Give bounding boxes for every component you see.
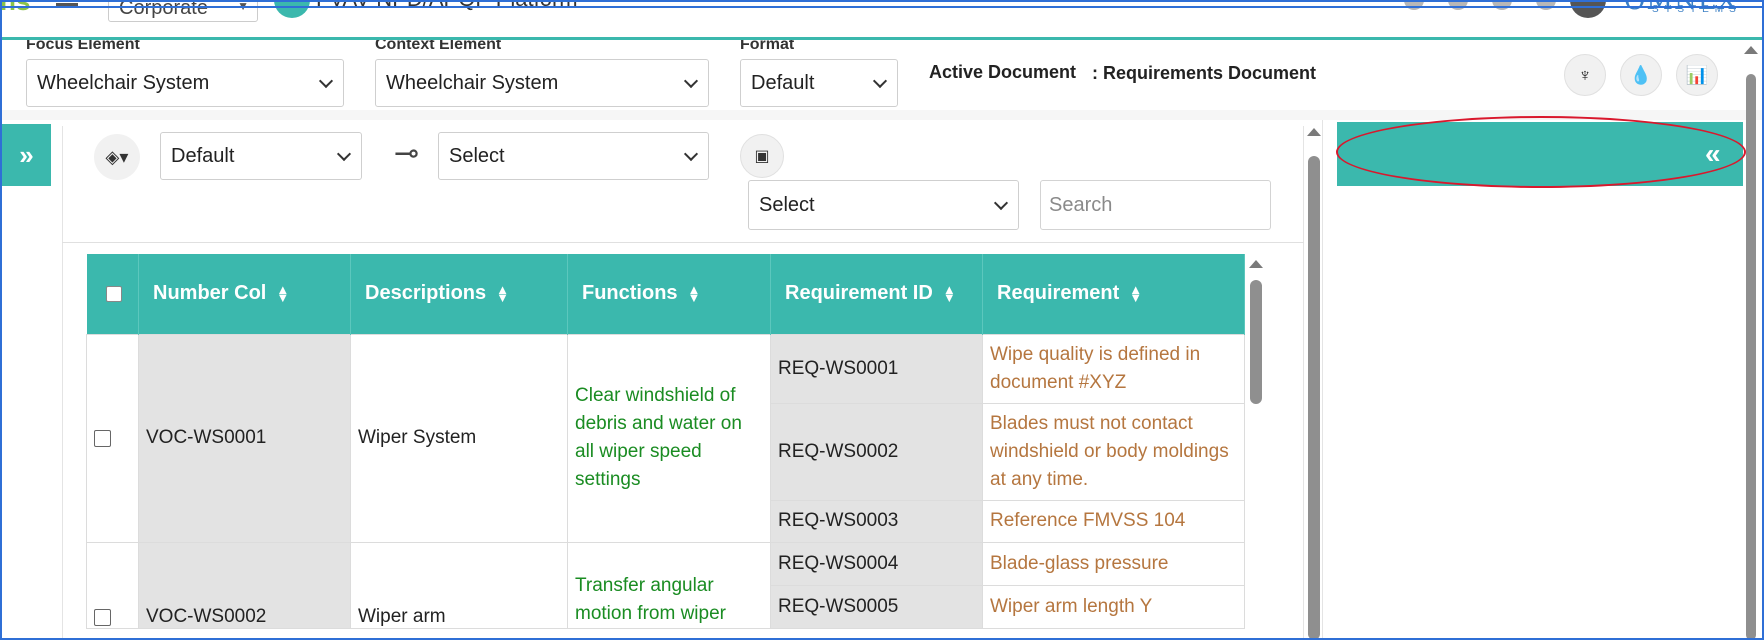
hierarchy-select[interactable]: Select xyxy=(438,132,709,180)
requirement-cell: Blade-glass pressure xyxy=(982,541,1245,586)
color-drop-button[interactable]: 💧 xyxy=(1620,54,1662,96)
column-header-label: Descriptions xyxy=(365,282,487,305)
requirement-cell: Blades must not contact windshield or bo… xyxy=(982,402,1245,501)
layer-select-value: Default xyxy=(171,144,235,167)
context-element-value: Wheelchair System xyxy=(386,71,559,94)
focus-element-select[interactable]: Wheelchair System xyxy=(26,59,344,107)
image-gallery-button[interactable]: ▣ xyxy=(740,134,784,178)
layer-select[interactable]: Default xyxy=(160,132,362,180)
app-icon xyxy=(274,0,310,18)
chevron-down-icon xyxy=(683,73,699,89)
requirements-table: Number Col ▲ ▼ Descriptions ▲ ▼ Functions ▲ ▼ … xyxy=(86,254,1245,629)
organization-select[interactable]: Corporate ▼ xyxy=(108,0,258,22)
water-drop-icon: 💧 xyxy=(1629,64,1653,85)
layers-menu-button[interactable]: ◈▾ xyxy=(94,134,140,180)
search-input[interactable] xyxy=(1040,180,1271,230)
context-element-select[interactable]: Wheelchair System xyxy=(375,59,709,107)
content-scrollbar[interactable] xyxy=(1308,156,1320,640)
active-document-value: : Requirements Document xyxy=(1092,63,1317,83)
image-select-value: Select xyxy=(759,193,815,216)
column-header-label: Functions xyxy=(582,282,678,305)
column-header-functions[interactable]: Functions ▲ ▼ xyxy=(567,254,771,334)
column-header-descriptions[interactable]: Descriptions ▲ ▼ xyxy=(350,254,568,334)
requirement-id-cell: REQ-WS0004 xyxy=(770,541,983,586)
chevron-down-icon xyxy=(318,73,334,89)
function-cell: Transfer angular motion from wiper xyxy=(567,541,771,629)
table-scroll-up-button[interactable] xyxy=(1249,260,1263,268)
layers-icon: ◈▾ xyxy=(105,146,129,167)
select-all-cell xyxy=(86,254,139,334)
bar-chart-icon: 📊 xyxy=(1685,64,1709,85)
add-icon[interactable] xyxy=(1492,0,1512,10)
requirement-cell: Wiper arm length Y xyxy=(982,584,1245,629)
function-cell: Clear windshield of debris and water on … xyxy=(567,333,771,543)
info-icon[interactable] xyxy=(1448,0,1468,10)
table-header-row: Number Col ▲ ▼ Descriptions ▲ ▼ Functions ▲ ▼ … xyxy=(86,254,1245,334)
image-select[interactable]: Select xyxy=(748,180,1019,230)
chevron-down-icon xyxy=(993,195,1009,211)
table-row[interactable]: VOC-WS0002 Wiper arm Transfer angular mo… xyxy=(86,541,1245,629)
focus-element-value: Wheelchair System xyxy=(37,71,210,94)
requirement-id-cell: REQ-WS0003 xyxy=(770,499,983,543)
page-scroll-up-button[interactable] xyxy=(1744,46,1758,54)
number-cell: VOC-WS0001 xyxy=(138,333,351,543)
image-gallery-icon: ▣ xyxy=(754,148,770,165)
right-panel xyxy=(1322,120,1764,640)
format-select[interactable]: Default xyxy=(740,59,898,107)
row-select-cell xyxy=(86,541,139,629)
sort-icon[interactable]: ▲ ▼ xyxy=(1129,283,1142,304)
requirement-id-cell: REQ-WS0001 xyxy=(770,333,983,404)
chevron-down-icon xyxy=(872,73,888,89)
chevron-down-icon xyxy=(683,146,699,162)
row-select-cell xyxy=(86,333,139,543)
header-divider xyxy=(0,37,1764,40)
brand-logo-partial: ns xyxy=(0,0,31,16)
toolbar-divider xyxy=(62,242,1304,243)
requirement-cell: Wipe quality is defined in document #XYZ xyxy=(982,333,1245,404)
row-checkbox[interactable] xyxy=(94,429,111,447)
hierarchy-tree-icon: ⊸ xyxy=(394,137,420,170)
chevron-down-icon xyxy=(336,146,352,162)
double-chevron-right-icon: » xyxy=(19,139,34,170)
notification-bell-icon[interactable] xyxy=(1536,0,1556,10)
number-cell: VOC-WS0002 xyxy=(138,541,351,629)
row-checkbox[interactable] xyxy=(94,608,111,626)
active-document-label: Active Document xyxy=(929,62,1077,82)
description-cell: Wiper arm xyxy=(350,541,568,629)
highlight-annotation xyxy=(1336,116,1746,188)
sort-icon[interactable]: ▲ ▼ xyxy=(688,283,701,304)
table-row[interactable]: VOC-WS0001 Wiper System Clear windshield… xyxy=(86,333,1245,543)
sort-icon[interactable]: ▲ ▼ xyxy=(496,283,509,304)
avatar[interactable] xyxy=(1570,0,1606,18)
requirement-id-cell: REQ-WS0002 xyxy=(770,402,983,501)
sort-icon[interactable]: ▲ ▼ xyxy=(943,283,956,304)
settings-icon[interactable] xyxy=(1404,0,1424,10)
page-scrollbar[interactable] xyxy=(1746,74,1756,640)
vine-icon-button[interactable]: ♆ xyxy=(1564,54,1606,96)
column-header-requirement-id[interactable]: Requirement ID ▲ ▼ xyxy=(770,254,983,334)
column-header-label: Requirement xyxy=(997,282,1120,305)
requirement-id-cell: REQ-WS0005 xyxy=(770,584,983,629)
expand-sidebar-button[interactable]: » xyxy=(2,124,51,186)
chart-button[interactable]: 📊 xyxy=(1676,54,1718,96)
selection-outline-top xyxy=(0,6,1764,8)
hierarchy-select-value: Select xyxy=(449,144,505,167)
table-scrollbar[interactable] xyxy=(1250,280,1262,404)
column-header-label: Number Col xyxy=(153,282,267,305)
column-header-number[interactable]: Number Col ▲ ▼ xyxy=(138,254,351,334)
column-header-label: Requirement ID xyxy=(785,282,933,305)
sort-icon[interactable]: ▲ ▼ xyxy=(276,283,289,304)
select-all-checkbox[interactable] xyxy=(105,285,122,302)
description-cell: Wiper System xyxy=(350,333,568,543)
content-scroll-up-button[interactable] xyxy=(1307,128,1321,136)
format-value: Default xyxy=(751,71,815,94)
column-header-requirement[interactable]: Requirement ▲ ▼ xyxy=(982,254,1245,334)
requirement-cell: Reference FMVSS 104 xyxy=(982,499,1245,543)
organization-select-value: Corporate xyxy=(119,0,208,19)
vine-icon: ♆ xyxy=(1578,64,1592,85)
